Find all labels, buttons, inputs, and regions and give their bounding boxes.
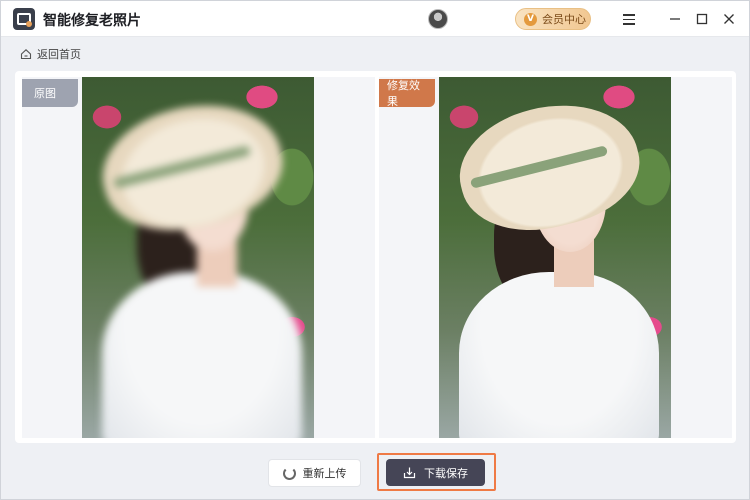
reupload-button[interactable]: 重新上传 (268, 459, 361, 487)
close-icon[interactable] (719, 9, 739, 29)
original-photo (82, 77, 314, 438)
maximize-icon[interactable] (692, 9, 712, 29)
back-to-home-link[interactable]: 返回首页 (20, 46, 81, 62)
download-save-button[interactable]: 下载保存 (386, 459, 485, 486)
original-tag: 原图 (22, 79, 78, 107)
vip-center-button[interactable]: V 会员中心 (515, 8, 591, 30)
vip-center-label: 会员中心 (542, 13, 586, 26)
result-image-frame (379, 77, 732, 438)
original-image-frame (22, 77, 375, 438)
hamburger-menu-icon[interactable] (619, 9, 639, 29)
user-avatar[interactable] (428, 9, 448, 29)
back-to-home-label: 返回首页 (37, 48, 81, 61)
home-icon (20, 48, 32, 60)
download-icon (403, 466, 416, 479)
title-bar: 智能修复老照片 V 会员中心 (1, 1, 749, 37)
comparison-panel: 原图 修复效果 (15, 71, 736, 443)
refresh-icon (282, 466, 296, 480)
app-title: 智能修复老照片 (43, 13, 141, 29)
reupload-label: 重新上传 (302, 467, 347, 480)
result-tag: 修复效果 (379, 79, 435, 108)
app-logo-icon (13, 8, 35, 30)
minimize-icon[interactable] (665, 9, 685, 29)
download-save-label: 下载保存 (424, 466, 468, 480)
diamond-v-icon: V (524, 12, 537, 26)
restored-photo (439, 77, 671, 438)
